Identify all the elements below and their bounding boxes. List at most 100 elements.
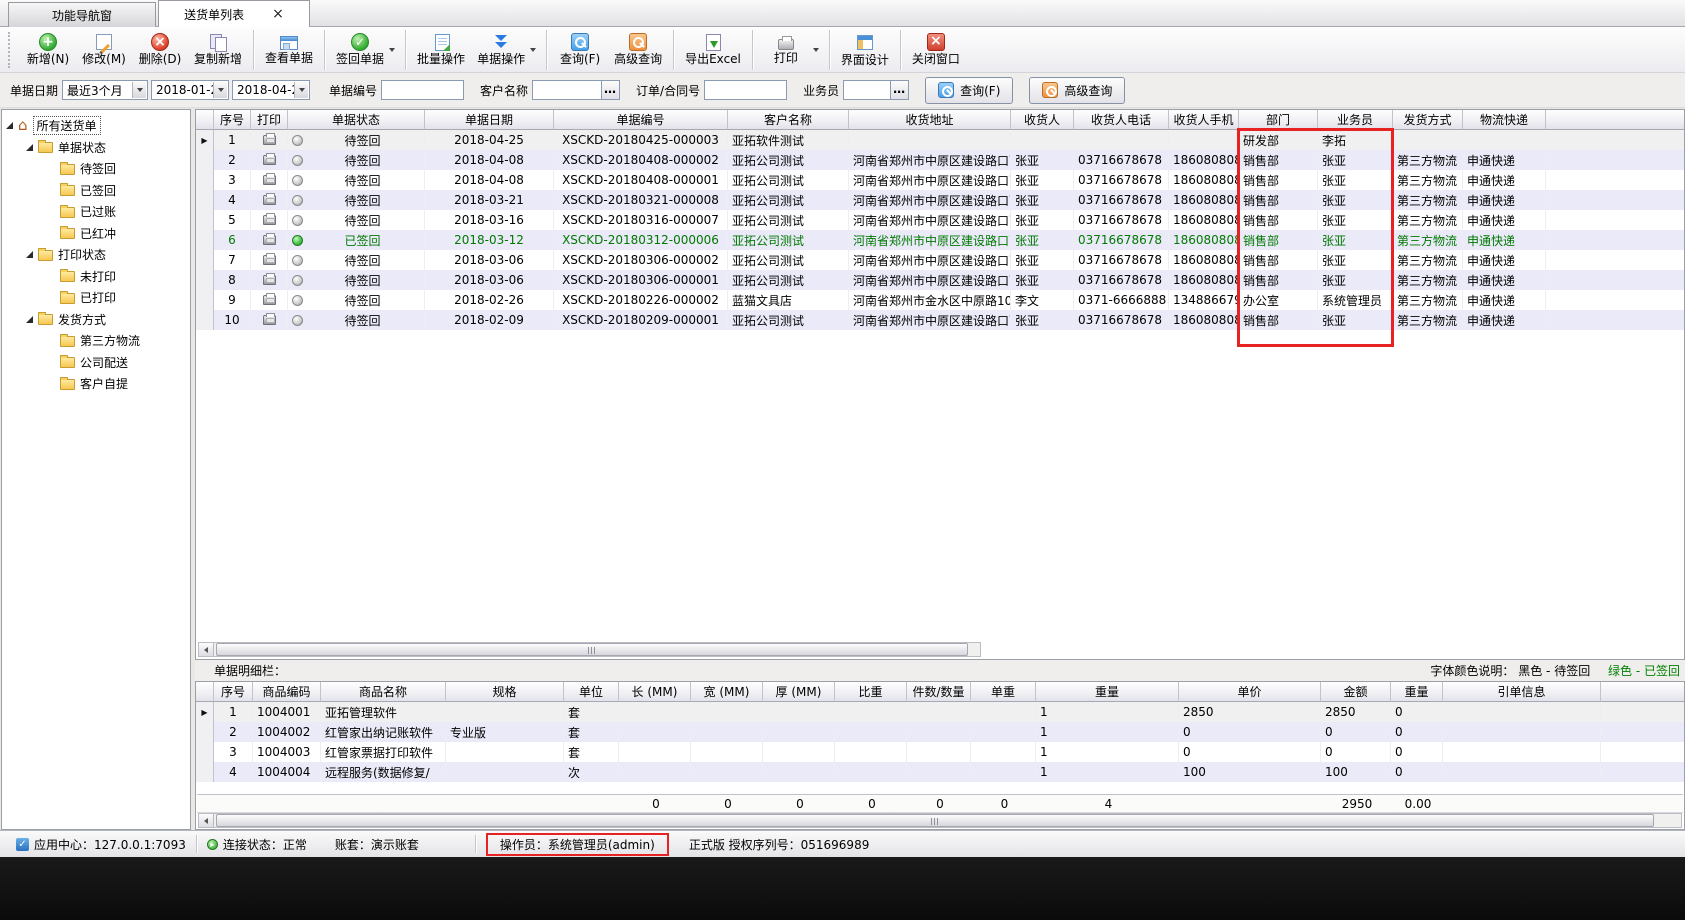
column-header-no[interactable]: 序号: [214, 682, 253, 702]
expand-triangle-icon[interactable]: [26, 251, 33, 258]
sign-back-dropdown-arrow[interactable]: [386, 28, 398, 72]
tree-group-2[interactable]: 发货方式: [2, 309, 190, 331]
column-header-date[interactable]: 单据日期: [425, 110, 554, 130]
tree-item-0-0[interactable]: 待签回: [2, 158, 190, 180]
printer-icon[interactable]: [263, 155, 276, 165]
document-operations-button[interactable]: 单据操作: [471, 28, 531, 72]
column-header-code[interactable]: 商品编码: [253, 682, 321, 702]
column-header-len[interactable]: 长 (MM): [619, 682, 691, 702]
copy-add-button[interactable]: 复制新增: [188, 28, 248, 72]
column-header-weight2[interactable]: 重量: [1391, 682, 1443, 702]
tree-item-2-0[interactable]: 第三方物流: [2, 330, 190, 352]
tree-item-2-2[interactable]: 客户自提: [2, 373, 190, 395]
docno-input[interactable]: [381, 80, 464, 100]
batch-operations-button[interactable]: 批量操作: [411, 28, 471, 72]
tree-item-0-3[interactable]: 已红冲: [2, 223, 190, 245]
date-from-select[interactable]: 2018-01-25: [151, 80, 229, 100]
column-header-no[interactable]: 序号: [214, 110, 251, 130]
column-header-weight[interactable]: 重量: [1036, 682, 1179, 702]
salesman-input[interactable]: [843, 80, 891, 100]
printer-icon[interactable]: [263, 215, 276, 225]
column-header-code[interactable]: 单据编号: [554, 110, 728, 130]
printer-icon[interactable]: [263, 295, 276, 305]
column-header-express[interactable]: 物流快递: [1463, 110, 1546, 130]
table-row[interactable]: 4待签回2018-03-21XSCKD-20180321-000008亚拓公司测…: [196, 190, 1684, 210]
table-row[interactable]: 3待签回2018-04-08XSCKD-20180408-000001亚拓公司测…: [196, 170, 1684, 190]
table-row[interactable]: 31004003红管家票据打印软件套1000: [196, 742, 1684, 762]
table-row[interactable]: 8待签回2018-03-06XSCKD-20180306-000001亚拓公司测…: [196, 270, 1684, 290]
printer-icon[interactable]: [263, 315, 276, 325]
tree-item-2-1[interactable]: 公司配送: [2, 352, 190, 374]
tree-item-1-1[interactable]: 已打印: [2, 287, 190, 309]
table-row[interactable]: 6已签回2018-03-12XSCKD-20180312-000006亚拓公司测…: [196, 230, 1684, 250]
edit-button[interactable]: 修改(M): [76, 28, 132, 72]
printer-icon[interactable]: [263, 275, 276, 285]
salesman-lookup-button[interactable]: …: [891, 80, 909, 100]
column-header-ratio[interactable]: 比重: [835, 682, 907, 702]
customer-input[interactable]: [532, 80, 602, 100]
advanced-query-toolbar-button[interactable]: 高级查询: [608, 28, 668, 72]
expand-triangle-icon[interactable]: [26, 316, 33, 323]
table-row[interactable]: ▶1待签回2018-04-25XSCKD-20180425-000003亚拓软件…: [196, 130, 1684, 150]
column-header-receiver[interactable]: 收货人: [1011, 110, 1074, 130]
table-row[interactable]: ▶11004001亚拓管理软件套1285028500: [196, 702, 1684, 722]
print-dropdown-arrow[interactable]: [810, 28, 822, 72]
table-row[interactable]: 41004004远程服务(数据修复/次11001000: [196, 762, 1684, 782]
print-button[interactable]: 打印: [758, 28, 814, 72]
tab-delivery-list[interactable]: 送货单列表 ×: [158, 0, 310, 27]
column-header-ship[interactable]: 发货方式: [1393, 110, 1463, 130]
printer-icon[interactable]: [263, 255, 276, 265]
scroll-left-button[interactable]: [199, 814, 214, 827]
column-header-status[interactable]: 单据状态: [288, 110, 425, 130]
printer-icon[interactable]: [263, 175, 276, 185]
column-header-wid[interactable]: 宽 (MM): [691, 682, 763, 702]
date-to-select[interactable]: 2018-04-25: [232, 80, 310, 100]
chevron-down-icon[interactable]: [213, 82, 227, 98]
close-tab-icon[interactable]: ×: [272, 8, 284, 20]
column-header-amount[interactable]: 金额: [1321, 682, 1391, 702]
query-toolbar-button[interactable]: 查询(F): [552, 28, 608, 72]
column-header-phone[interactable]: 收货人电话: [1074, 110, 1169, 130]
scrollbar-thumb[interactable]: [216, 643, 968, 656]
query-button[interactable]: 查询(F): [925, 77, 1013, 104]
column-header-mobile[interactable]: 收货人手机: [1169, 110, 1239, 130]
advanced-query-button[interactable]: 高级查询: [1029, 77, 1125, 104]
horizontal-scrollbar[interactable]: [198, 642, 981, 657]
printer-icon[interactable]: [263, 135, 276, 145]
view-document-button[interactable]: 查看单据: [259, 28, 319, 72]
column-header-spec[interactable]: 规格: [446, 682, 564, 702]
tree-group-1[interactable]: 打印状态: [2, 244, 190, 266]
tree-item-all-delivery-orders[interactable]: ⌂所有送货单: [2, 115, 190, 137]
column-header-unit[interactable]: 单位: [564, 682, 619, 702]
table-row[interactable]: 2待签回2018-04-08XSCKD-20180408-000002亚拓公司测…: [196, 150, 1684, 170]
printer-icon[interactable]: [263, 195, 276, 205]
tree-item-0-1[interactable]: 已签回: [2, 180, 190, 202]
column-header-pieces[interactable]: 件数/数量: [907, 682, 971, 702]
column-header-dept[interactable]: 部门: [1239, 110, 1318, 130]
delete-button[interactable]: 删除(D): [132, 28, 188, 72]
column-header-address[interactable]: 收货地址: [849, 110, 1011, 130]
horizontal-scrollbar[interactable]: [198, 813, 1682, 828]
column-header-salesman[interactable]: 业务员: [1318, 110, 1393, 130]
expand-triangle-icon[interactable]: [26, 144, 33, 151]
customer-lookup-button[interactable]: …: [602, 80, 620, 100]
sign-back-button[interactable]: 签回单据: [330, 28, 390, 72]
column-header-print[interactable]: 打印: [251, 110, 288, 130]
tab-function-nav[interactable]: 功能导航窗: [8, 2, 156, 27]
export-excel-button[interactable]: 导出Excel: [679, 28, 747, 72]
scrollbar-thumb[interactable]: [216, 814, 1654, 827]
printer-icon[interactable]: [263, 235, 276, 245]
column-header-customer[interactable]: 客户名称: [728, 110, 849, 130]
tree-group-0[interactable]: 单据状态: [2, 137, 190, 159]
toolbar-grip[interactable]: [8, 32, 12, 68]
tree-item-0-2[interactable]: 已过账: [2, 201, 190, 223]
close-window-button[interactable]: 关闭窗口: [906, 28, 966, 72]
column-header-ref[interactable]: 引单信息: [1443, 682, 1601, 702]
date-range-select[interactable]: 最近3个月: [62, 80, 148, 100]
chevron-down-icon[interactable]: [132, 82, 146, 98]
ui-design-button[interactable]: 界面设计: [835, 28, 895, 72]
expand-triangle-icon[interactable]: [6, 122, 13, 129]
tree-item-1-0[interactable]: 未打印: [2, 266, 190, 288]
column-header-unitw[interactable]: 单重: [971, 682, 1036, 702]
document-operations-dropdown-arrow[interactable]: [527, 28, 539, 72]
